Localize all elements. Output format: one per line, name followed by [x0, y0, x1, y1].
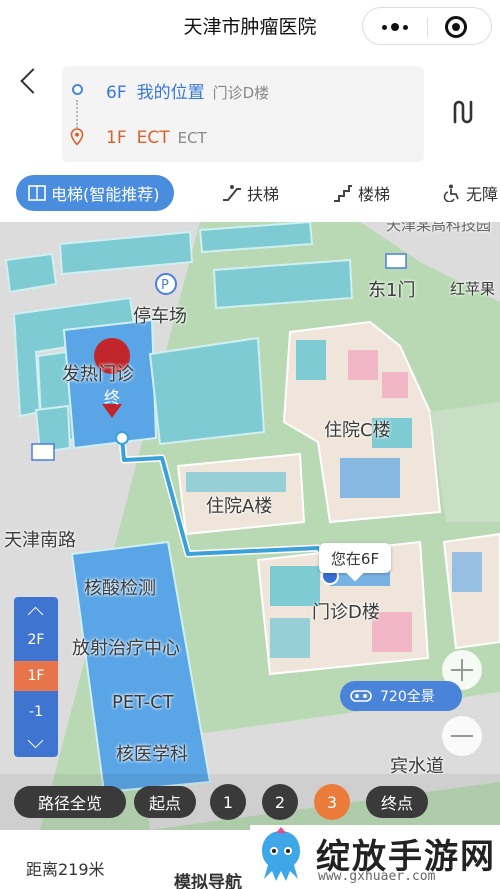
end-marker-label: 终: [104, 388, 121, 407]
label-tianjin-south-road: 天津南路: [4, 530, 76, 551]
you-are-here-bubble: 您在6F: [319, 543, 391, 573]
elevator-icon: [28, 185, 46, 201]
svg-text:P: P: [161, 278, 169, 293]
stairs-icon: [334, 185, 352, 202]
destination-name: ECT: [136, 128, 170, 148]
route-overview-button[interactable]: 路径全览: [14, 786, 126, 818]
site-watermark: 绽放手游网 www.gxhuaer.com: [250, 825, 500, 889]
label-nucleic-acid: 核酸检测: [84, 578, 156, 599]
watermark-url: www.gxhuaer.com: [318, 869, 436, 884]
tab-elevator-label: 电梯(智能推荐): [51, 185, 160, 204]
step-end-button[interactable]: 终点: [366, 786, 428, 818]
capsule-divider: [427, 18, 428, 36]
destination-floor: 1F: [106, 128, 127, 148]
label-parking: 停车场: [133, 306, 187, 327]
origin-name: 我的位置: [136, 83, 205, 103]
destination-building: ECT: [177, 129, 207, 147]
mini-program-capsule: [362, 7, 492, 45]
panorama-button[interactable]: 720全景: [340, 681, 462, 711]
panorama-icon: [350, 690, 372, 702]
destination-pin-icon: [70, 128, 84, 146]
tab-escalator[interactable]: 扶梯: [222, 175, 279, 211]
route-step-bar: 路径全览 起点 1 2 3 终点: [0, 774, 500, 830]
octopus-logo-icon: [262, 827, 300, 881]
destination-row[interactable]: 1F ECT ECT: [106, 128, 207, 148]
tab-elevator[interactable]: 电梯(智能推荐): [16, 175, 174, 211]
label-outpatient-d: 门诊D楼: [312, 602, 380, 623]
floor-down-chevron-icon[interactable]: [14, 729, 58, 757]
route-connector: [76, 100, 78, 128]
close-target-icon[interactable]: [445, 16, 467, 38]
label-inpatient-c: 住院C楼: [324, 420, 391, 441]
origin-dot-icon: [72, 84, 83, 95]
panorama-label: 720全景: [380, 689, 435, 705]
label-hongpingguo: 红苹果: [450, 280, 496, 298]
floor-2f[interactable]: 2F: [14, 625, 58, 655]
label-pet-ct: PET-CT: [112, 692, 174, 713]
label-top-partial: 天津某高科技园: [386, 222, 492, 234]
swap-route-icon[interactable]: [446, 96, 478, 128]
route-box: 6F 我的位置 门诊D楼 1F ECT ECT: [62, 66, 424, 162]
distance-text: 距离219米: [26, 860, 105, 879]
label-east-gate: 东1门: [368, 280, 416, 301]
route-panel: 6F 我的位置 门诊D楼 1F ECT ECT: [0, 52, 500, 168]
tab-stairs-label: 楼梯: [358, 185, 391, 204]
simulate-navigation-button[interactable]: 模拟导航: [174, 868, 242, 889]
step-3-button[interactable]: 3: [314, 784, 350, 820]
label-nuclear-medicine: 核医学科: [116, 744, 188, 765]
step-start-button[interactable]: 起点: [134, 786, 196, 818]
tab-escalator-label: 扶梯: [247, 185, 280, 204]
label-inpatient-a: 住院A楼: [206, 496, 273, 517]
tab-stairs[interactable]: 楼梯: [333, 175, 390, 211]
tab-accessible[interactable]: 无障: [443, 175, 498, 211]
origin-floor: 6F: [106, 83, 127, 103]
floor-1f[interactable]: 1F: [14, 661, 58, 691]
back-button[interactable]: [14, 62, 44, 102]
indoor-map[interactable]: P 停车场 发热门诊 东1门 红苹果 天津某高科技园 住院C楼 住院A楼 天津南…: [0, 222, 500, 830]
label-radiotherapy: 放射治疗中心: [72, 638, 180, 659]
floor-switcher: 2F 1F -1: [14, 597, 58, 757]
tab-accessible-label: 无障: [466, 185, 499, 204]
route-mode-tabs: 电梯(智能推荐) 扶梯 楼梯 无障: [0, 168, 500, 222]
origin-row[interactable]: 6F 我的位置 门诊D楼: [106, 78, 269, 103]
accessible-icon: [443, 184, 459, 202]
more-menu-icon[interactable]: [363, 8, 427, 46]
label-fever-clinic: 发热门诊: [62, 364, 134, 385]
zoom-out-button[interactable]: [442, 716, 482, 756]
step-1-button[interactable]: 1: [210, 784, 246, 820]
escalator-icon: [223, 185, 241, 201]
floor-b1[interactable]: -1: [14, 697, 58, 727]
floor-up-chevron-icon[interactable]: [14, 597, 58, 625]
origin-building: 门诊D楼: [212, 84, 270, 102]
app-header: 天津市肿瘤医院: [0, 0, 500, 52]
step-2-button[interactable]: 2: [262, 784, 298, 820]
